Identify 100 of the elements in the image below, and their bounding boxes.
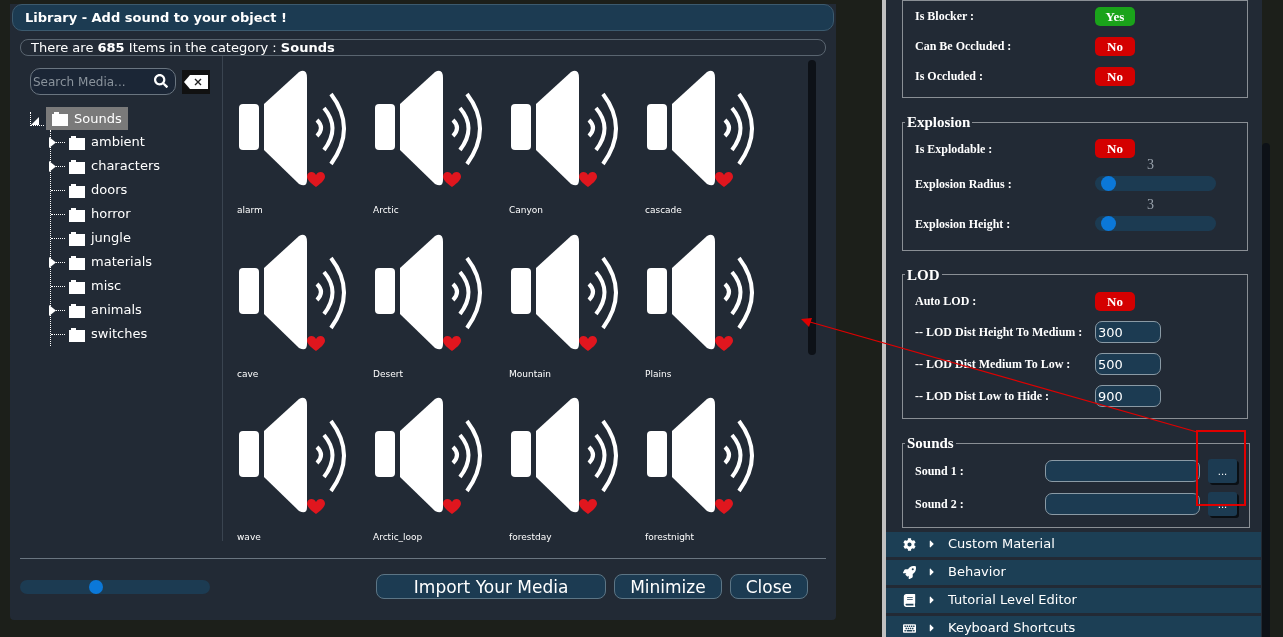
slider-value: 3 <box>1147 156 1154 174</box>
toggle-button[interactable]: No <box>1095 139 1135 158</box>
folder-icon <box>69 134 85 150</box>
sound-tile[interactable]: Mountain <box>509 233 629 381</box>
search-field[interactable]: Search Media... <box>30 68 176 95</box>
property-label: Sound 1 : <box>915 463 965 480</box>
property-label: Is Blocker : <box>915 8 976 25</box>
heart-icon <box>307 499 325 515</box>
tree-item[interactable]: ambient <box>69 132 145 152</box>
sound-tile[interactable]: Arctic <box>373 70 493 218</box>
heart-icon <box>715 499 733 515</box>
property-label: Auto LOD : <box>915 293 978 310</box>
browse-button[interactable]: ... <box>1208 459 1237 483</box>
folder-icon <box>69 230 85 246</box>
slider[interactable] <box>1095 216 1216 231</box>
folder-icon <box>69 254 85 270</box>
sound-tile[interactable]: cascade <box>645 70 765 218</box>
property-label: Is Occluded : <box>915 68 984 85</box>
tree-item[interactable]: Sounds <box>46 107 128 130</box>
section-icon <box>903 593 916 607</box>
number-field[interactable]: 300 <box>1095 321 1161 343</box>
accordion-header[interactable]: Custom Material <box>886 531 1261 557</box>
sound-tile[interactable]: cave <box>237 233 357 381</box>
number-field[interactable]: 500 <box>1095 353 1161 375</box>
section-icon <box>903 621 916 635</box>
category-info: There are 685 Items in the category : Sounds <box>20 39 826 56</box>
sound-name: alarm <box>237 204 264 217</box>
heart-icon <box>715 335 733 352</box>
slider-value: 3 <box>1147 196 1154 214</box>
folder-icon <box>52 111 68 126</box>
expand-arrow-icon[interactable] <box>49 304 56 316</box>
browse-button[interactable]: ... <box>1208 492 1237 516</box>
clear-button[interactable] <box>182 69 210 94</box>
scrollbar-thumb[interactable] <box>1262 143 1270 637</box>
tree-item[interactable]: characters <box>69 156 161 176</box>
sound-name: Canyon <box>509 204 545 217</box>
heart-icon <box>579 172 597 188</box>
group-title: Sounds <box>906 434 955 453</box>
folder-icon <box>69 158 85 174</box>
sound-tile[interactable]: Arctic_loop <box>373 397 493 545</box>
tree-item[interactable]: animals <box>69 300 142 320</box>
accordion-header[interactable]: Keyboard Shortcuts <box>886 615 1261 637</box>
sound-tile[interactable]: wave <box>237 397 357 545</box>
folder-icon <box>69 326 85 342</box>
accordion-header[interactable]: Behavior <box>886 559 1261 585</box>
folder-icon <box>69 302 85 318</box>
expand-arrow-icon[interactable] <box>49 136 56 148</box>
group-title: LOD <box>906 265 941 285</box>
search-icon[interactable] <box>154 74 168 88</box>
sound-name: Arctic_loop <box>373 531 424 544</box>
property-label: -- LOD Dist Height To Medium : <box>915 324 1084 341</box>
tree-item[interactable]: jungle <box>69 228 131 248</box>
tree-toggle-icon[interactable] <box>30 111 44 126</box>
zoom-slider[interactable] <box>20 579 210 594</box>
sound-name: cascade <box>645 204 683 217</box>
number-field[interactable]: 900 <box>1095 385 1161 407</box>
heart-icon <box>443 335 461 352</box>
section-icon <box>903 565 916 579</box>
toggle-button[interactable]: No <box>1095 66 1135 86</box>
folder-icon <box>69 278 85 294</box>
property-label: Sound 2 : <box>915 496 965 513</box>
heart-icon <box>307 335 325 352</box>
sound-tile[interactable]: forestnight <box>645 397 765 545</box>
property-label: Explosion Radius : <box>915 175 1013 193</box>
sound-tile[interactable]: forestday <box>509 397 629 545</box>
sound-tile[interactable]: Desert <box>373 233 493 381</box>
sound-name: Arctic <box>373 204 400 217</box>
sound-tile[interactable]: Plains <box>645 233 765 381</box>
heart-icon <box>579 335 597 352</box>
folder-icon <box>69 206 85 222</box>
sound-name: Plains <box>645 367 673 381</box>
sound-tile[interactable]: alarm <box>237 70 357 218</box>
scrollbar-thumb[interactable] <box>808 60 816 355</box>
expand-arrow-icon[interactable] <box>49 160 56 172</box>
group-title: Explosion <box>906 113 972 132</box>
dialog-button[interactable]: Minimize <box>614 574 722 599</box>
tree-item[interactable]: horror <box>69 204 131 224</box>
sound-name: wave <box>237 531 262 544</box>
file-field[interactable] <box>1045 460 1200 482</box>
property-label: Is Explodable : <box>915 140 994 158</box>
toggle-button[interactable]: No <box>1095 291 1135 311</box>
file-field[interactable] <box>1045 493 1200 515</box>
sound-name: Mountain <box>509 367 552 381</box>
tree-item[interactable]: doors <box>69 180 128 200</box>
dialog-title: Library - Add sound to your object ! <box>12 4 834 31</box>
sound-name: cave <box>237 367 260 381</box>
dialog-button[interactable]: Import Your Media <box>376 574 607 599</box>
sound-tile[interactable]: Canyon <box>509 70 629 218</box>
sound-name: forestnight <box>645 531 696 544</box>
toggle-button[interactable]: No <box>1095 36 1135 56</box>
dialog-button[interactable]: Close <box>729 574 808 599</box>
folder-icon <box>69 182 85 198</box>
accordion-header[interactable]: Tutorial Level Editor <box>886 587 1261 613</box>
property-label: Explosion Height : <box>915 215 1012 233</box>
sound-name: Desert <box>373 367 404 381</box>
slider[interactable] <box>1095 176 1216 191</box>
tree-item[interactable]: materials <box>69 252 153 272</box>
tree-item[interactable]: misc <box>69 276 122 296</box>
tree-item[interactable]: switches <box>69 324 148 344</box>
expand-arrow-icon[interactable] <box>49 256 56 268</box>
